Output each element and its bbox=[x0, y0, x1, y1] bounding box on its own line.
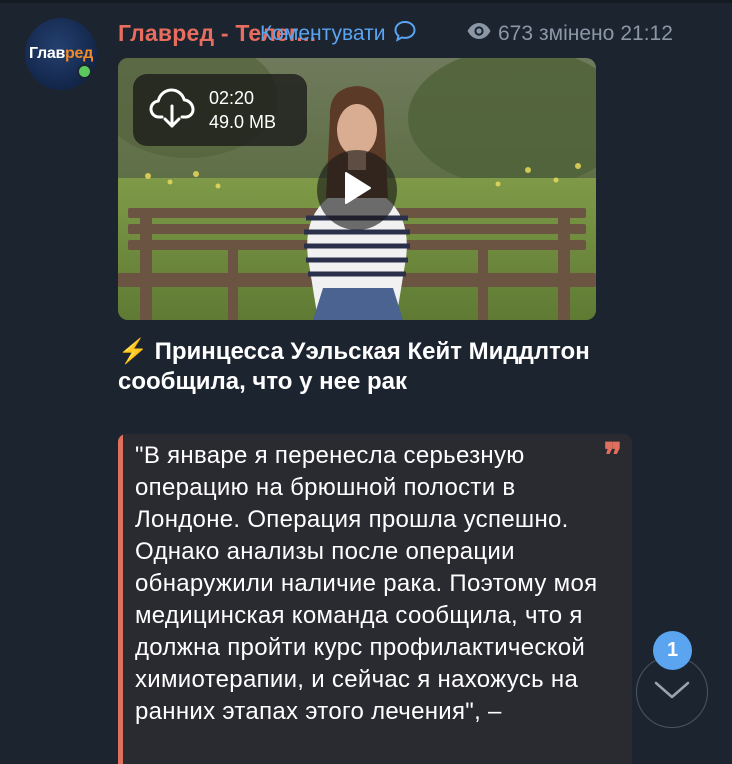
channel-avatar[interactable]: Главред bbox=[25, 18, 97, 90]
online-indicator bbox=[77, 64, 92, 79]
comments-label: Коментувати bbox=[260, 22, 386, 45]
post-meta: 673 змінено 21:12 bbox=[466, 22, 673, 46]
video-preview[interactable]: 02:20 49.0 MB bbox=[118, 58, 596, 320]
eye-icon bbox=[466, 22, 492, 46]
video-duration: 02:20 bbox=[209, 88, 255, 108]
lightning-icon: ⚡️ bbox=[118, 338, 148, 365]
quote-block: ❞ "В январе я перенесла серьезную операц… bbox=[118, 434, 632, 764]
chevron-down-icon bbox=[653, 679, 691, 706]
video-info: 02:20 49.0 MB bbox=[209, 86, 276, 134]
channel-logo: Главред bbox=[29, 45, 93, 62]
quote-mark-icon: ❞ bbox=[603, 436, 622, 476]
comments-button[interactable]: Коментувати bbox=[260, 20, 417, 48]
video-size: 49.0 MB bbox=[209, 112, 277, 132]
quote-text: "В январе я перенесла серьезную операцию… bbox=[135, 442, 598, 725]
view-count: 673 bbox=[498, 22, 534, 45]
post-time: 21:12 bbox=[620, 22, 673, 45]
play-button[interactable] bbox=[317, 150, 397, 230]
post-headline: ⚡️ Принцесса Уэльская Кейт Миддлтон сооб… bbox=[118, 337, 638, 397]
play-icon bbox=[342, 171, 372, 210]
top-divider bbox=[0, 0, 732, 3]
headline-text: Принцесса Уэльская Кейт Миддлтон сообщил… bbox=[118, 338, 590, 395]
download-badge[interactable]: 02:20 49.0 MB bbox=[133, 74, 307, 146]
unread-count-badge: 1 bbox=[653, 631, 692, 670]
quote-bar bbox=[118, 434, 123, 764]
cloud-download-icon bbox=[149, 86, 195, 135]
comment-icon bbox=[393, 20, 417, 48]
edited-label: змінено bbox=[539, 22, 615, 45]
